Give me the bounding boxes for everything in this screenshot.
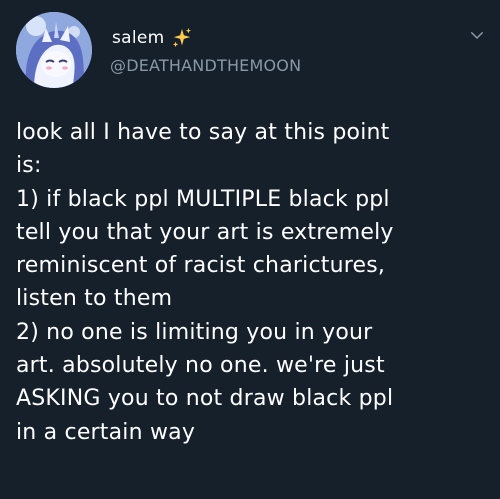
- avatar[interactable]: [16, 12, 92, 88]
- tweet-text-line: is:: [16, 153, 42, 179]
- tweet-text-line: ASKING you to not draw black ppl: [16, 386, 394, 412]
- tweet-text-line: art. absolutely no one. we're just: [16, 353, 385, 379]
- author-display-name[interactable]: salem: [112, 28, 165, 48]
- sparkles-icon: [172, 27, 191, 48]
- tweet-text: look all I have to say at this point is:…: [16, 116, 486, 449]
- author-name-row[interactable]: salem: [112, 26, 193, 50]
- tweet-text-line: in a certain way: [16, 419, 196, 445]
- tweet-text-line: listen to them: [16, 286, 173, 312]
- tweet-card: salem @DEATHANDTHEMOON look all I have t…: [0, 0, 500, 499]
- author-handle[interactable]: @DEATHANDTHEMOON: [110, 56, 301, 75]
- chevron-down-icon[interactable]: [468, 26, 486, 44]
- tweet-text-line: tell you that your art is extremely: [16, 219, 394, 245]
- avatar-image: [16, 12, 92, 88]
- tweet-text-line: 2) no one is limiting you in your: [16, 319, 373, 345]
- tweet-text-line: 1) if black ppl MULTIPLE black ppl: [16, 186, 390, 212]
- tweet-text-line: look all I have to say at this point: [16, 120, 390, 145]
- tweet-text-line: reminiscent of racist charictures,: [16, 253, 386, 279]
